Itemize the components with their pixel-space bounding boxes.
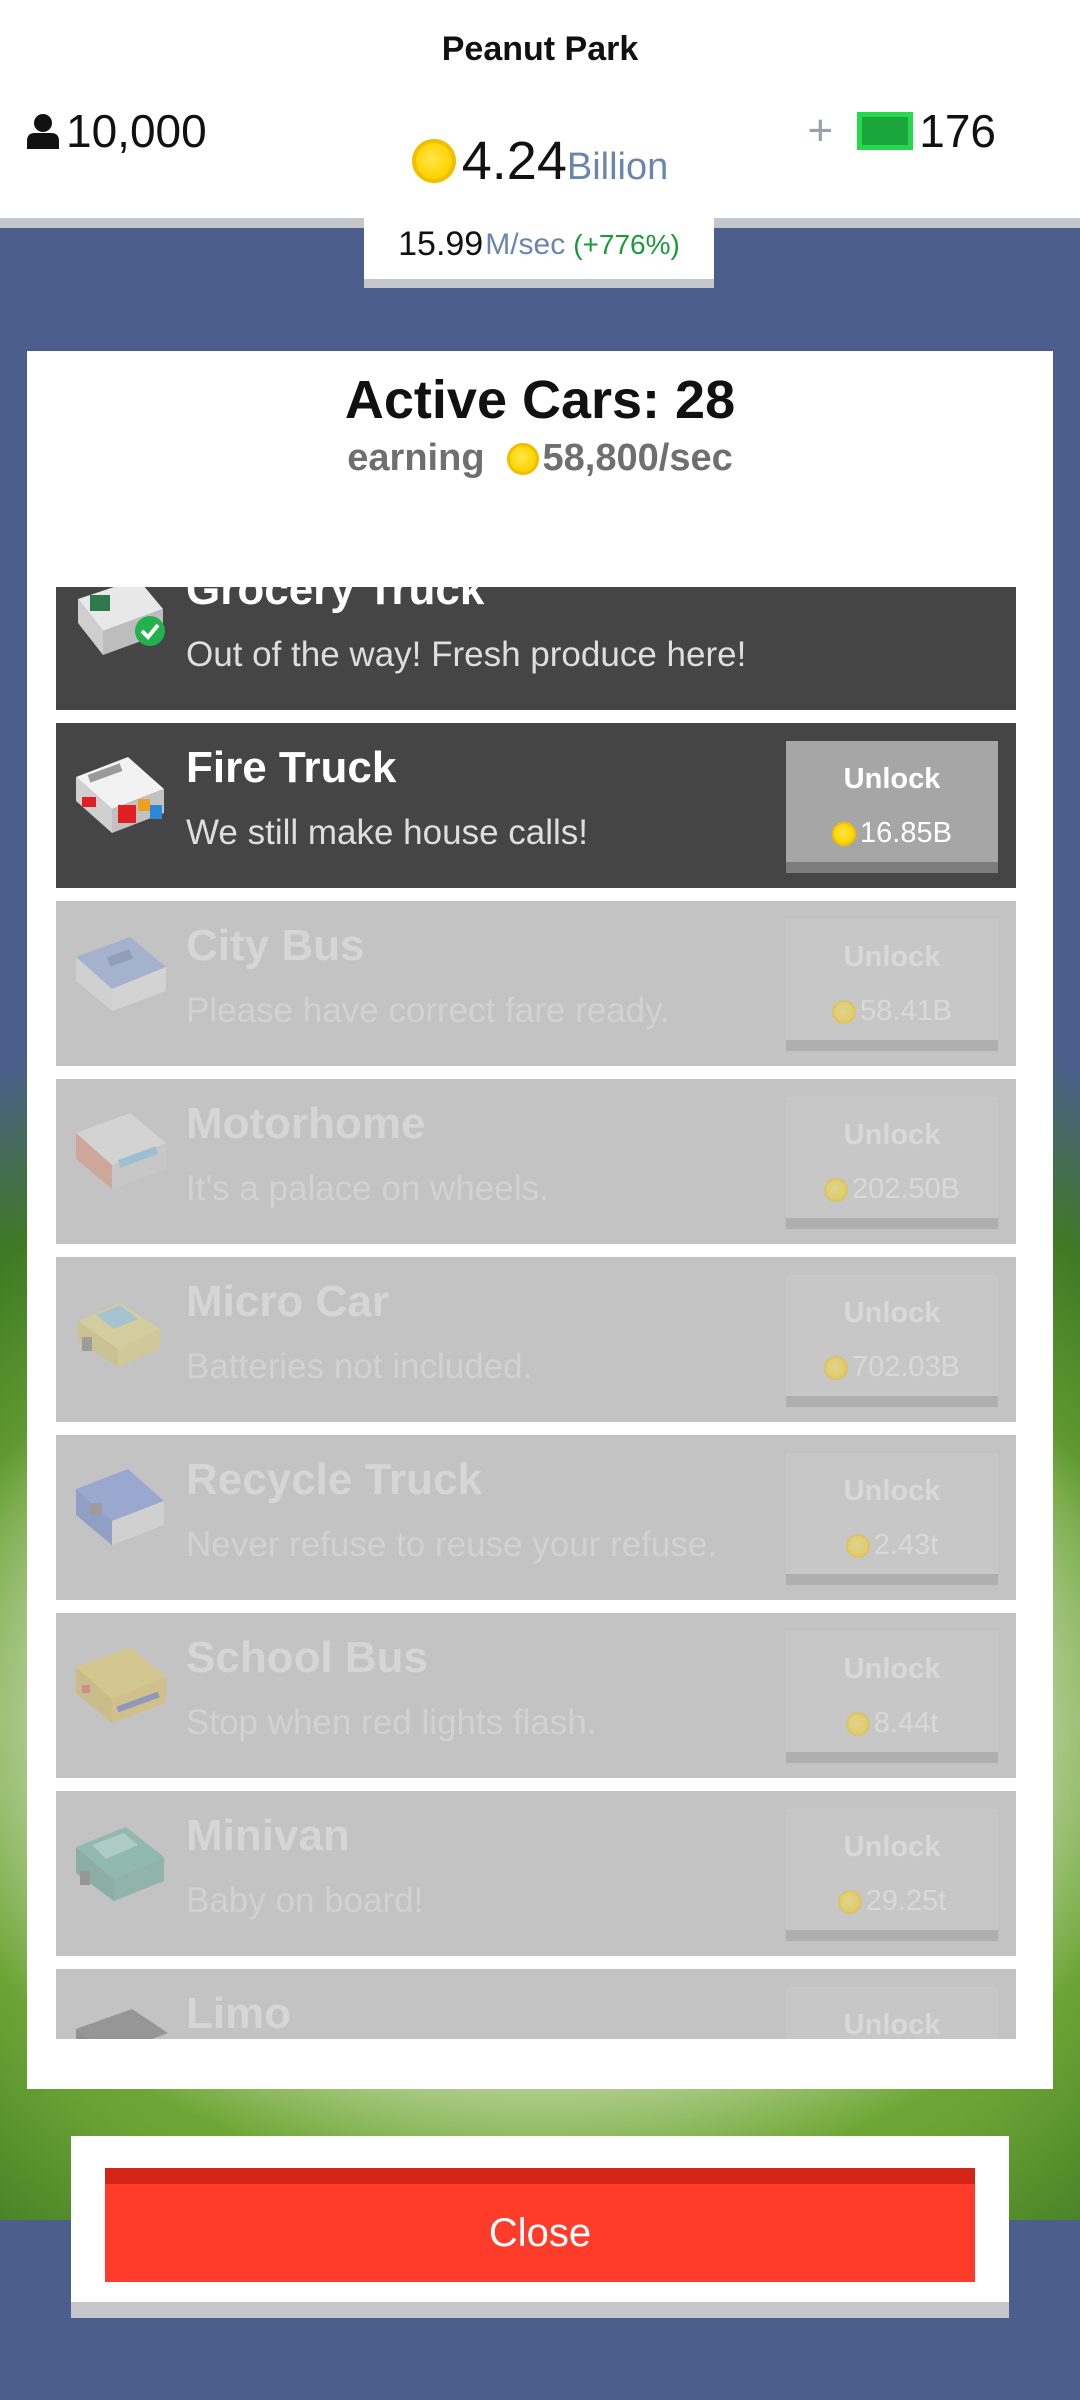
unlock-button[interactable]: Unlock 702.03B <box>786 1275 998 1407</box>
add-gems-button[interactable]: + <box>808 106 834 156</box>
unlock-label: Unlock <box>843 941 941 973</box>
unlock-label: Unlock <box>843 1297 941 1329</box>
panel-title: Active Cars: 28 <box>344 370 736 430</box>
coin-icon <box>845 1711 870 1736</box>
unlock-price: 29.25t <box>786 1885 998 1918</box>
car-description: Baby on board! <box>186 1881 424 1920</box>
price-value: 2.43t <box>873 1529 939 1561</box>
car-description: Please have correct fare ready. <box>186 991 670 1030</box>
school-bus-icon <box>76 1647 166 1723</box>
motorhome-icon <box>76 1113 166 1189</box>
rate-unit: M/sec <box>485 227 566 261</box>
earning-line: earning 58,800/sec <box>27 437 1053 480</box>
car-row-school-bus[interactable]: School Bus Stop when red lights flash. U… <box>56 1613 1016 1778</box>
car-name: School Bus <box>186 1633 429 1682</box>
car-name: Grocery Truck <box>186 587 485 614</box>
car-row-recycle-truck[interactable]: Recycle Truck Never refuse to reuse your… <box>56 1435 1016 1600</box>
cash-unit: Billion <box>566 146 669 188</box>
price-value: 16.85B <box>860 817 952 849</box>
car-row-fire-truck[interactable]: Fire Truck We still make house calls! Un… <box>56 723 1016 888</box>
coin-icon <box>411 139 456 183</box>
unlock-button[interactable]: Unlock 202.50B <box>786 1097 998 1229</box>
car-row-grocery-truck[interactable]: Grocery Truck Out of the way! Fresh prod… <box>56 587 1016 710</box>
gem-icon <box>857 112 914 150</box>
car-name: Fire Truck <box>186 743 397 792</box>
unlock-label: Unlock <box>843 1653 941 1685</box>
coin-icon <box>823 1177 848 1202</box>
car-row-limo[interactable]: Limo Unlock <box>56 1969 1016 2039</box>
gems-display[interactable]: + 176 <box>808 104 996 158</box>
price-value: 702.03B <box>851 1351 961 1383</box>
earning-label: earning <box>347 437 485 479</box>
grocery-truck-icon <box>78 587 165 655</box>
unlock-price: 202.50B <box>786 1173 998 1206</box>
unlock-label: Unlock <box>843 1475 941 1507</box>
price-value: 58.41B <box>860 995 952 1027</box>
rate-value: 15.99 <box>398 225 484 263</box>
unlock-button[interactable]: Unlock 8.44t <box>786 1631 998 1763</box>
minivan-icon <box>76 1827 164 1901</box>
unlock-price: 58.41B <box>786 995 998 1028</box>
income-rate: 15.99 M/sec (+776%) <box>364 210 714 288</box>
car-name: Motorhome <box>186 1099 426 1148</box>
car-name: Limo <box>186 1989 292 2038</box>
unlock-button[interactable]: Unlock 58.41B <box>786 919 998 1051</box>
car-name: City Bus <box>186 921 365 970</box>
unlock-button[interactable]: Unlock 29.25t <box>786 1809 998 1941</box>
coin-icon <box>823 1355 848 1380</box>
unlock-label: Unlock <box>843 1119 941 1151</box>
close-button[interactable]: Close <box>105 2168 975 2282</box>
unlock-price: 8.44t <box>786 1707 998 1740</box>
car-description: It's a palace on wheels. <box>186 1169 549 1208</box>
coin-icon <box>837 1889 862 1914</box>
top-hud: Peanut Park 10,000 4.24 Billion + 176 <box>0 0 1080 228</box>
car-name: Micro Car <box>186 1277 389 1326</box>
unlock-label: Unlock <box>843 2009 941 2039</box>
close-card: Close <box>71 2136 1009 2318</box>
price-value: 8.44t <box>873 1707 939 1739</box>
car-list-track: Grocery Truck Out of the way! Fresh prod… <box>56 587 1016 2039</box>
car-description: Stop when red lights flash. <box>186 1703 597 1742</box>
car-name: Minivan <box>186 1811 350 1860</box>
park-name[interactable]: Peanut Park <box>0 30 1080 69</box>
car-list[interactable]: Grocery Truck Out of the way! Fresh prod… <box>56 587 1016 2039</box>
unlock-button[interactable]: Unlock <box>786 1987 998 2039</box>
car-row-motorhome[interactable]: Motorhome It's a palace on wheels. Unloc… <box>56 1079 1016 1244</box>
cash-value: 4.24 <box>461 131 567 191</box>
unlock-button[interactable]: Unlock 2.43t <box>786 1453 998 1585</box>
car-row-micro-car[interactable]: Micro Car Batteries not included. Unlock… <box>56 1257 1016 1422</box>
car-name: Recycle Truck <box>186 1455 482 1504</box>
car-row-city-bus[interactable]: City Bus Please have correct fare ready.… <box>56 901 1016 1066</box>
micro-car-icon <box>78 1303 160 1367</box>
price-value: 202.50B <box>851 1173 961 1205</box>
unlock-price: 702.03B <box>786 1351 998 1384</box>
car-row-minivan[interactable]: Minivan Baby on board! Unlock 29.25t <box>56 1791 1016 1956</box>
coin-icon <box>506 442 539 475</box>
unlock-button[interactable]: Unlock 16.85B <box>786 741 998 873</box>
limo-icon <box>76 2009 168 2039</box>
fire-truck-icon <box>76 757 164 833</box>
car-description: Never refuse to reuse your refuse. <box>186 1525 718 1564</box>
coin-icon <box>832 999 857 1024</box>
gem-count: 176 <box>919 105 996 157</box>
city-bus-icon <box>76 937 166 1011</box>
car-description: Batteries not included. <box>186 1347 533 1386</box>
cars-panel: Active Cars: 28 earning 58,800/sec Groce… <box>27 351 1053 2089</box>
unlock-price: 16.85B <box>786 817 998 850</box>
price-value: 29.25t <box>865 1885 947 1917</box>
unlock-price: 2.43t <box>786 1529 998 1562</box>
earning-value: 58,800/sec <box>542 437 733 479</box>
car-description: We still make house calls! <box>186 813 589 852</box>
car-description: Out of the way! Fresh produce here! <box>186 635 747 674</box>
unlock-label: Unlock <box>843 763 941 795</box>
unlock-label: Unlock <box>843 1831 941 1863</box>
rate-change: (+776%) <box>573 228 680 260</box>
recycle-truck-icon <box>76 1469 164 1545</box>
coin-icon <box>832 821 857 846</box>
coin-icon <box>845 1533 870 1558</box>
